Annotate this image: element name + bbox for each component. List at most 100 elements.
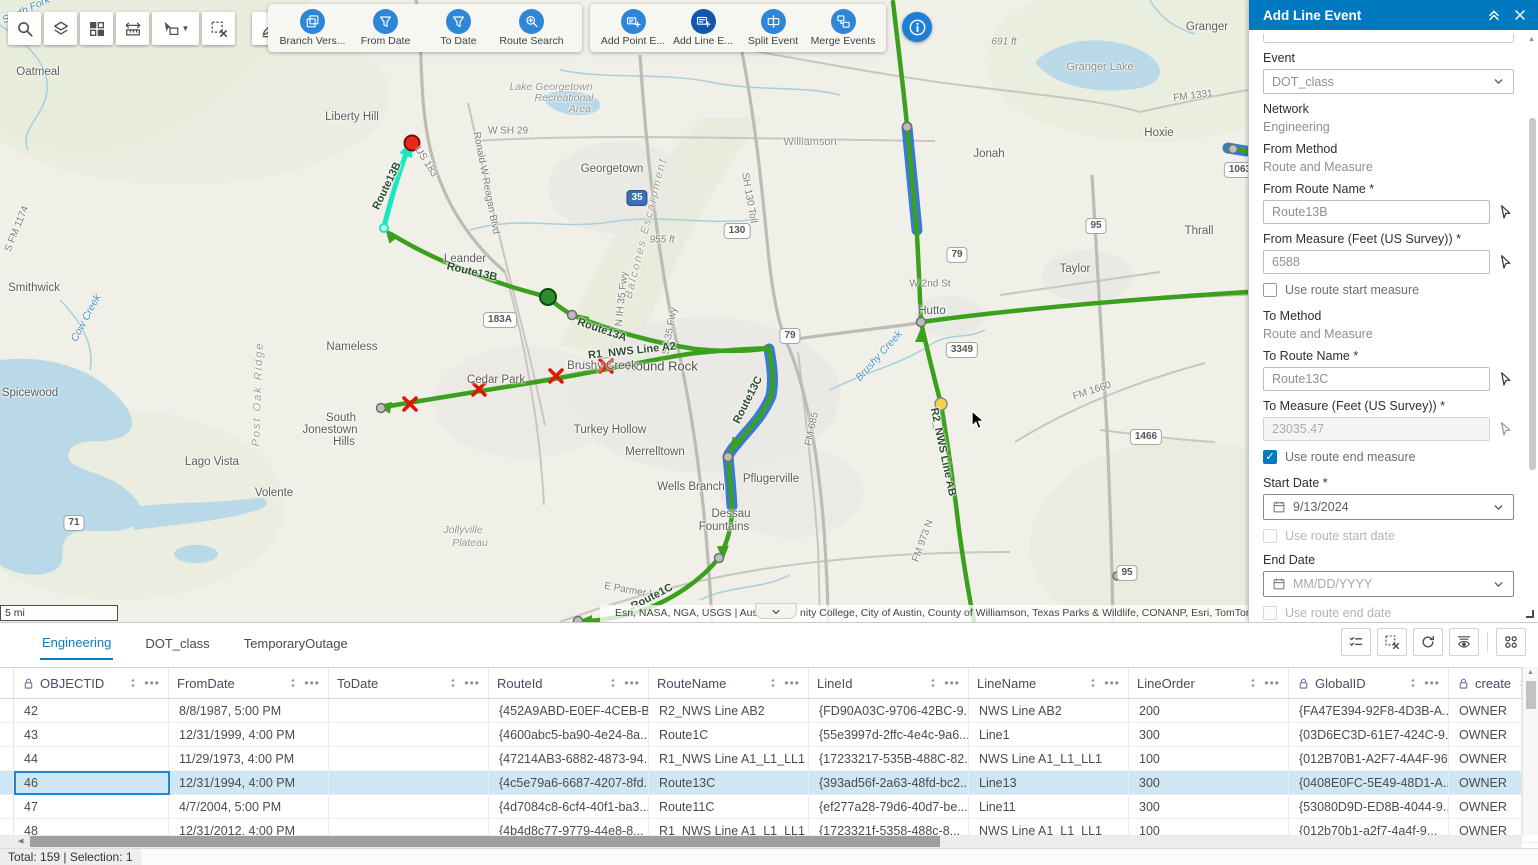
column-menu-icon[interactable]: •••: [784, 676, 800, 690]
cell-create[interactable]: OWNER: [1449, 747, 1522, 770]
vertical-scrollbar-thumb[interactable]: [1526, 681, 1536, 709]
tool-select-button[interactable]: ▼: [152, 12, 199, 45]
sort-icon[interactable]: [1087, 677, 1099, 689]
cell-fromdate[interactable]: 8/8/1987, 5:00 PM: [169, 699, 329, 722]
cell-linename[interactable]: NWS Line A1_L1_LL1: [969, 747, 1129, 770]
panel-scroll-up-arrow[interactable]: ▲: [1528, 36, 1535, 43]
cell-create[interactable]: OWNER: [1449, 723, 1522, 746]
cell-create[interactable]: OWNER: [1449, 771, 1522, 794]
cell-globalid[interactable]: {FA47E394-92F8-4D3B-A...: [1289, 699, 1449, 722]
table-row[interactable]: 474/7/2004, 5:00 PM{4d7084c8-6cf4-40f1-b…: [0, 795, 1538, 819]
column-menu-icon[interactable]: •••: [144, 676, 160, 690]
route-search-button[interactable]: Route Search: [495, 9, 568, 47]
cell-fromdate[interactable]: 11/29/1973, 4:00 PM: [169, 747, 329, 770]
to-date-button[interactable]: To Date: [422, 9, 495, 47]
cell-globalid[interactable]: {0408E0FC-5E49-48D1-A...: [1289, 771, 1449, 794]
tool-measure-button[interactable]: [116, 12, 149, 45]
cell-routename[interactable]: R2_NWS Line AB2: [649, 699, 809, 722]
merge-events-button[interactable]: Merge Events: [808, 9, 878, 47]
cell-lineid[interactable]: {393ad56f-2a63-48fd-bc2...: [809, 771, 969, 794]
event-select[interactable]: DOT_class: [1263, 69, 1514, 94]
column-menu-icon[interactable]: •••: [1104, 676, 1120, 690]
column-menu-icon[interactable]: •••: [624, 676, 640, 690]
cell-todate[interactable]: [329, 795, 489, 818]
cell-todate[interactable]: [329, 747, 489, 770]
cell-routename[interactable]: Route11C: [649, 795, 809, 818]
sort-icon[interactable]: [287, 677, 299, 689]
from-route-name-input[interactable]: Route13B: [1263, 200, 1490, 224]
cell-globalid[interactable]: {03D6EC3D-61E7-424C-9...: [1289, 723, 1449, 746]
split-event-button[interactable]: Split Event: [738, 9, 808, 47]
cell-routeid[interactable]: {4600abc5-ba90-4e24-8a...: [489, 723, 649, 746]
sort-icon[interactable]: [1247, 677, 1259, 689]
column-header-linename[interactable]: LineName•••: [969, 668, 1129, 698]
columns-eye-button[interactable]: [1449, 628, 1479, 656]
scroll-left-arrow[interactable]: ◀: [18, 837, 23, 845]
cell-routename[interactable]: R1_NWS Line A1_L1_LL1: [649, 747, 809, 770]
cell-objectid[interactable]: 42: [14, 699, 169, 722]
cell-objectid[interactable]: 44: [14, 747, 169, 770]
cell-linename[interactable]: NWS Line AB2: [969, 699, 1129, 722]
pick-from-route-on-map-button[interactable]: [1497, 204, 1514, 221]
table-row[interactable]: 4612/31/1994, 4:00 PM{4c5e79a6-6687-4207…: [0, 771, 1538, 795]
cell-lineid[interactable]: {ef277a28-79d6-40d7-be...: [809, 795, 969, 818]
map-view[interactable]: OatmealLiberty HillSmithwickNamelessSpic…: [0, 0, 1248, 622]
cell-lineorder[interactable]: 100: [1129, 747, 1289, 770]
table-horizontal-scrollbar[interactable]: ◀: [0, 835, 1522, 848]
cell-linename[interactable]: Line11: [969, 795, 1129, 818]
cell-objectid[interactable]: 43: [14, 723, 169, 746]
cell-lineid[interactable]: {55e3997d-2ffc-4e4c-9a6...: [809, 723, 969, 746]
cell-routeid[interactable]: {47214AB3-6882-4873-94...: [489, 747, 649, 770]
cell-globalid[interactable]: {53080D9D-ED8B-4044-9...: [1289, 795, 1449, 818]
cell-fromdate[interactable]: 12/31/1999, 4:00 PM: [169, 723, 329, 746]
use-route-start-measure-checkbox[interactable]: [1263, 283, 1277, 297]
sort-icon[interactable]: [1407, 677, 1419, 689]
sort-icon[interactable]: [767, 677, 779, 689]
column-header-routeid[interactable]: RouteId•••: [489, 668, 649, 698]
tool-clear-selection-button[interactable]: [202, 12, 235, 45]
table-row[interactable]: 4312/31/1999, 4:00 PM {4600abc5-ba90-4e24…: [0, 723, 1538, 747]
refresh-button[interactable]: [1413, 628, 1443, 656]
from-date-button[interactable]: From Date: [349, 9, 422, 47]
panel-resize-handle[interactable]: [1526, 610, 1534, 618]
cell-linename[interactable]: Line1: [969, 723, 1129, 746]
column-menu-icon[interactable]: •••: [304, 676, 320, 690]
cell-lineorder[interactable]: 300: [1129, 771, 1289, 794]
column-header-routename[interactable]: RouteName•••: [649, 668, 809, 698]
add-line-e-button[interactable]: Add Line E...: [668, 9, 738, 47]
cell-lineorder[interactable]: 200: [1129, 699, 1289, 722]
end-date-picker[interactable]: MM/DD/YYYY: [1263, 571, 1514, 597]
tab-engineering[interactable]: Engineering: [40, 625, 113, 660]
cell-lineorder[interactable]: 300: [1129, 795, 1289, 818]
cell-lineid[interactable]: {FD90A03C-9706-42BC-9...: [809, 699, 969, 722]
cell-linename[interactable]: Line13: [969, 771, 1129, 794]
cell-globalid[interactable]: {012B70B1-A2F7-4A4F-96...: [1289, 747, 1449, 770]
start-date-picker[interactable]: 9/13/2024: [1263, 494, 1514, 520]
sort-icon[interactable]: [127, 677, 139, 689]
sort-icon[interactable]: [607, 677, 619, 689]
table-vertical-scrollbar[interactable]: ▲: [1522, 667, 1538, 835]
tab-dot-class[interactable]: DOT_class: [143, 626, 211, 659]
cell-lineorder[interactable]: 300: [1129, 723, 1289, 746]
cell-fromdate[interactable]: 12/31/1994, 4:00 PM: [169, 771, 329, 794]
cell-create[interactable]: OWNER: [1449, 699, 1522, 722]
pick-to-route-on-map-button[interactable]: [1497, 371, 1514, 388]
scroll-up-arrow[interactable]: ▲: [1527, 669, 1534, 676]
cell-routeid[interactable]: {4d7084c8-6cf4-40f1-ba3...: [489, 795, 649, 818]
tool-search-button[interactable]: [8, 12, 41, 45]
clear-selection-button[interactable]: [1377, 628, 1407, 656]
collapse-panel-button[interactable]: [1486, 7, 1502, 23]
info-button[interactable]: [902, 12, 932, 42]
use-route-end-measure-checkbox[interactable]: ✓: [1263, 450, 1277, 464]
table-row[interactable]: 4411/29/1973, 4:00 PM {47214AB3-6882-4873…: [0, 747, 1538, 771]
tab-temporaryoutage[interactable]: TemporaryOutage: [242, 626, 350, 659]
show-selection-button[interactable]: [1341, 628, 1371, 656]
tool-layers-button[interactable]: [44, 12, 77, 45]
add-point-e-button[interactable]: Add Point E...: [598, 9, 668, 47]
cell-routename[interactable]: Route13C: [649, 771, 809, 794]
column-menu-icon[interactable]: •••: [1264, 676, 1280, 690]
branch-vers-button[interactable]: Branch Vers...: [276, 9, 349, 47]
cell-fromdate[interactable]: 4/7/2004, 5:00 PM: [169, 795, 329, 818]
sort-icon[interactable]: [927, 677, 939, 689]
cell-objectid[interactable]: 46: [14, 771, 169, 794]
